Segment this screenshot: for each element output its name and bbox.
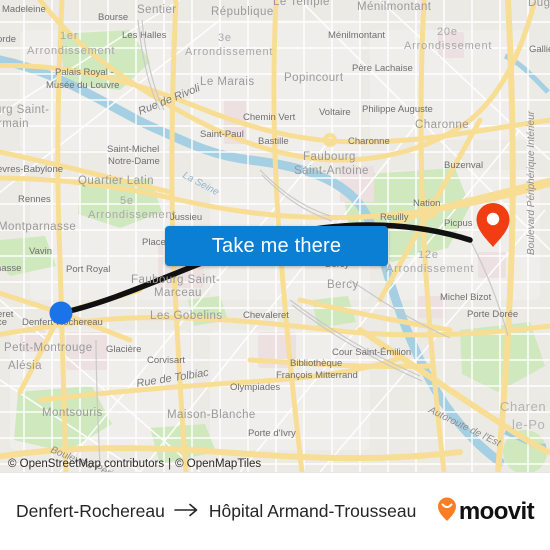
footer-bar: Denfert-Rochereau Hôpital Armand-Trousse… (0, 472, 550, 550)
map-label: Musée du Louvre (46, 80, 119, 91)
moovit-logo[interactable]: moovit (436, 496, 535, 527)
map-label: Saint-Antoine (294, 165, 369, 177)
route-origin-label: Denfert-Rochereau (16, 501, 165, 521)
map-label: 5e (120, 195, 134, 207)
map-label: Nation (413, 198, 440, 209)
map-label: Voltaire (319, 107, 351, 118)
map-label: Le Marais (200, 76, 255, 88)
map-label: Gallie (529, 44, 550, 55)
map-label: Montsouris (42, 407, 103, 419)
map-attribution: © OpenStreetMap contributors | © OpenMap… (0, 455, 550, 472)
map-label: Bercy (327, 279, 359, 291)
map-label: Les Gobelins (150, 310, 223, 322)
map-label: Ménilmontant (328, 30, 385, 41)
attribution-separator: | (168, 457, 172, 470)
map-label: Dug (528, 0, 550, 9)
map-label: François Mitterrand (276, 370, 358, 381)
map-road-label: Boulevard Périphérique Intérieur (526, 110, 537, 255)
map-label: Ménilmontant (357, 1, 432, 13)
attribution-osm-link[interactable]: © OpenStreetMap contributors (8, 458, 164, 470)
map-label: le-Po (512, 417, 545, 432)
map-label: Chevaleret (243, 310, 289, 321)
map-label: urg Saint- (0, 104, 49, 116)
map-label: Père Lachaise (352, 63, 413, 74)
map-label: Madeleine (2, 4, 46, 15)
map-label: Bourse (98, 12, 128, 23)
origin-marker[interactable] (49, 301, 73, 325)
map-label: èvres-Babylone (0, 164, 63, 175)
map-label: Alésia (8, 360, 42, 372)
map-label: Porte Dorée (467, 309, 518, 320)
map-label: Les Halles (122, 30, 167, 41)
arrow-right-icon (174, 501, 200, 522)
map-label: orde (0, 34, 16, 45)
map-label: Popincourt (284, 72, 344, 84)
map-label: nasse (0, 263, 21, 274)
map-label: Marceau (154, 287, 202, 299)
map-label: Charonne (348, 136, 390, 147)
map-label: 3e (218, 32, 232, 44)
take-me-there-button[interactable]: Take me there (165, 226, 388, 266)
moovit-wordmark: moovit (458, 497, 535, 525)
map-label: Faubourg Saint- (131, 274, 220, 286)
map-label: Buzenval (444, 160, 483, 171)
map-label: Chemin Vert (243, 112, 296, 123)
map-label: 1er (60, 30, 78, 42)
map-label: 20e (437, 26, 458, 38)
attribution-tiles-link[interactable]: © OpenMapTiles (175, 458, 261, 470)
map-label: Arrondissement (27, 45, 115, 57)
map-label: Reuilly (380, 212, 409, 223)
map-label: Maison-Blanche (167, 409, 256, 421)
map-label: 12e (418, 249, 439, 261)
map-label: Charen (500, 399, 546, 414)
map-label: Arrondissement (404, 40, 492, 52)
map-label: Quartier Latin (78, 175, 154, 187)
map-label: Petit-Montrouge (4, 342, 93, 354)
map-label: Montparnasse (0, 221, 76, 233)
map-label: Sentier (137, 4, 177, 16)
map-label: Arrondissement (88, 209, 176, 221)
map-label: Glacière (106, 344, 141, 355)
map-label: Saint-Paul (200, 129, 244, 140)
moovit-pin-icon (436, 496, 458, 527)
route-summary: Denfert-Rochereau Hôpital Armand-Trousse… (16, 501, 416, 522)
map-label: Palais Royal - (55, 67, 114, 78)
map-screen: Madeleine Bourse Sentier République Le Templ… (0, 0, 550, 550)
map-label: Corvisart (147, 355, 185, 366)
map-label: Bastille (258, 136, 289, 147)
map-label: Michel Bizot (440, 292, 492, 303)
map-label: Bibliothèque (290, 358, 342, 369)
map-label: Porte d'Ivry (248, 428, 296, 439)
map-label: Jussieu (170, 212, 202, 223)
map-label: Olympiades (230, 382, 280, 393)
map-label: rmain (0, 118, 29, 130)
map-label: Cour Saint-Émilion (332, 347, 411, 358)
map-label: Vavin (29, 246, 52, 257)
map-label: Faubourg (303, 151, 356, 163)
map-label: Picpus (444, 218, 473, 229)
map-label: Le Temple (273, 0, 330, 8)
map-label: Charonne (415, 119, 469, 131)
map-label: eret (0, 309, 14, 320)
map-label: Philippe Auguste (362, 104, 433, 115)
map-label: Arrondissement (386, 263, 474, 275)
map-label: Port Royal (66, 264, 110, 275)
map-label: Saint-Michel (107, 144, 159, 155)
map-canvas[interactable]: Madeleine Bourse Sentier République Le Templ… (0, 0, 550, 472)
map-label: Place (142, 237, 166, 248)
map-label: Arrondissement (185, 46, 273, 58)
map-label: Notre-Dame (108, 156, 160, 167)
route-destination-label: Hôpital Armand-Trousseau (208, 501, 417, 521)
map-label: Rennes (18, 194, 51, 205)
map-label: République (211, 6, 274, 18)
